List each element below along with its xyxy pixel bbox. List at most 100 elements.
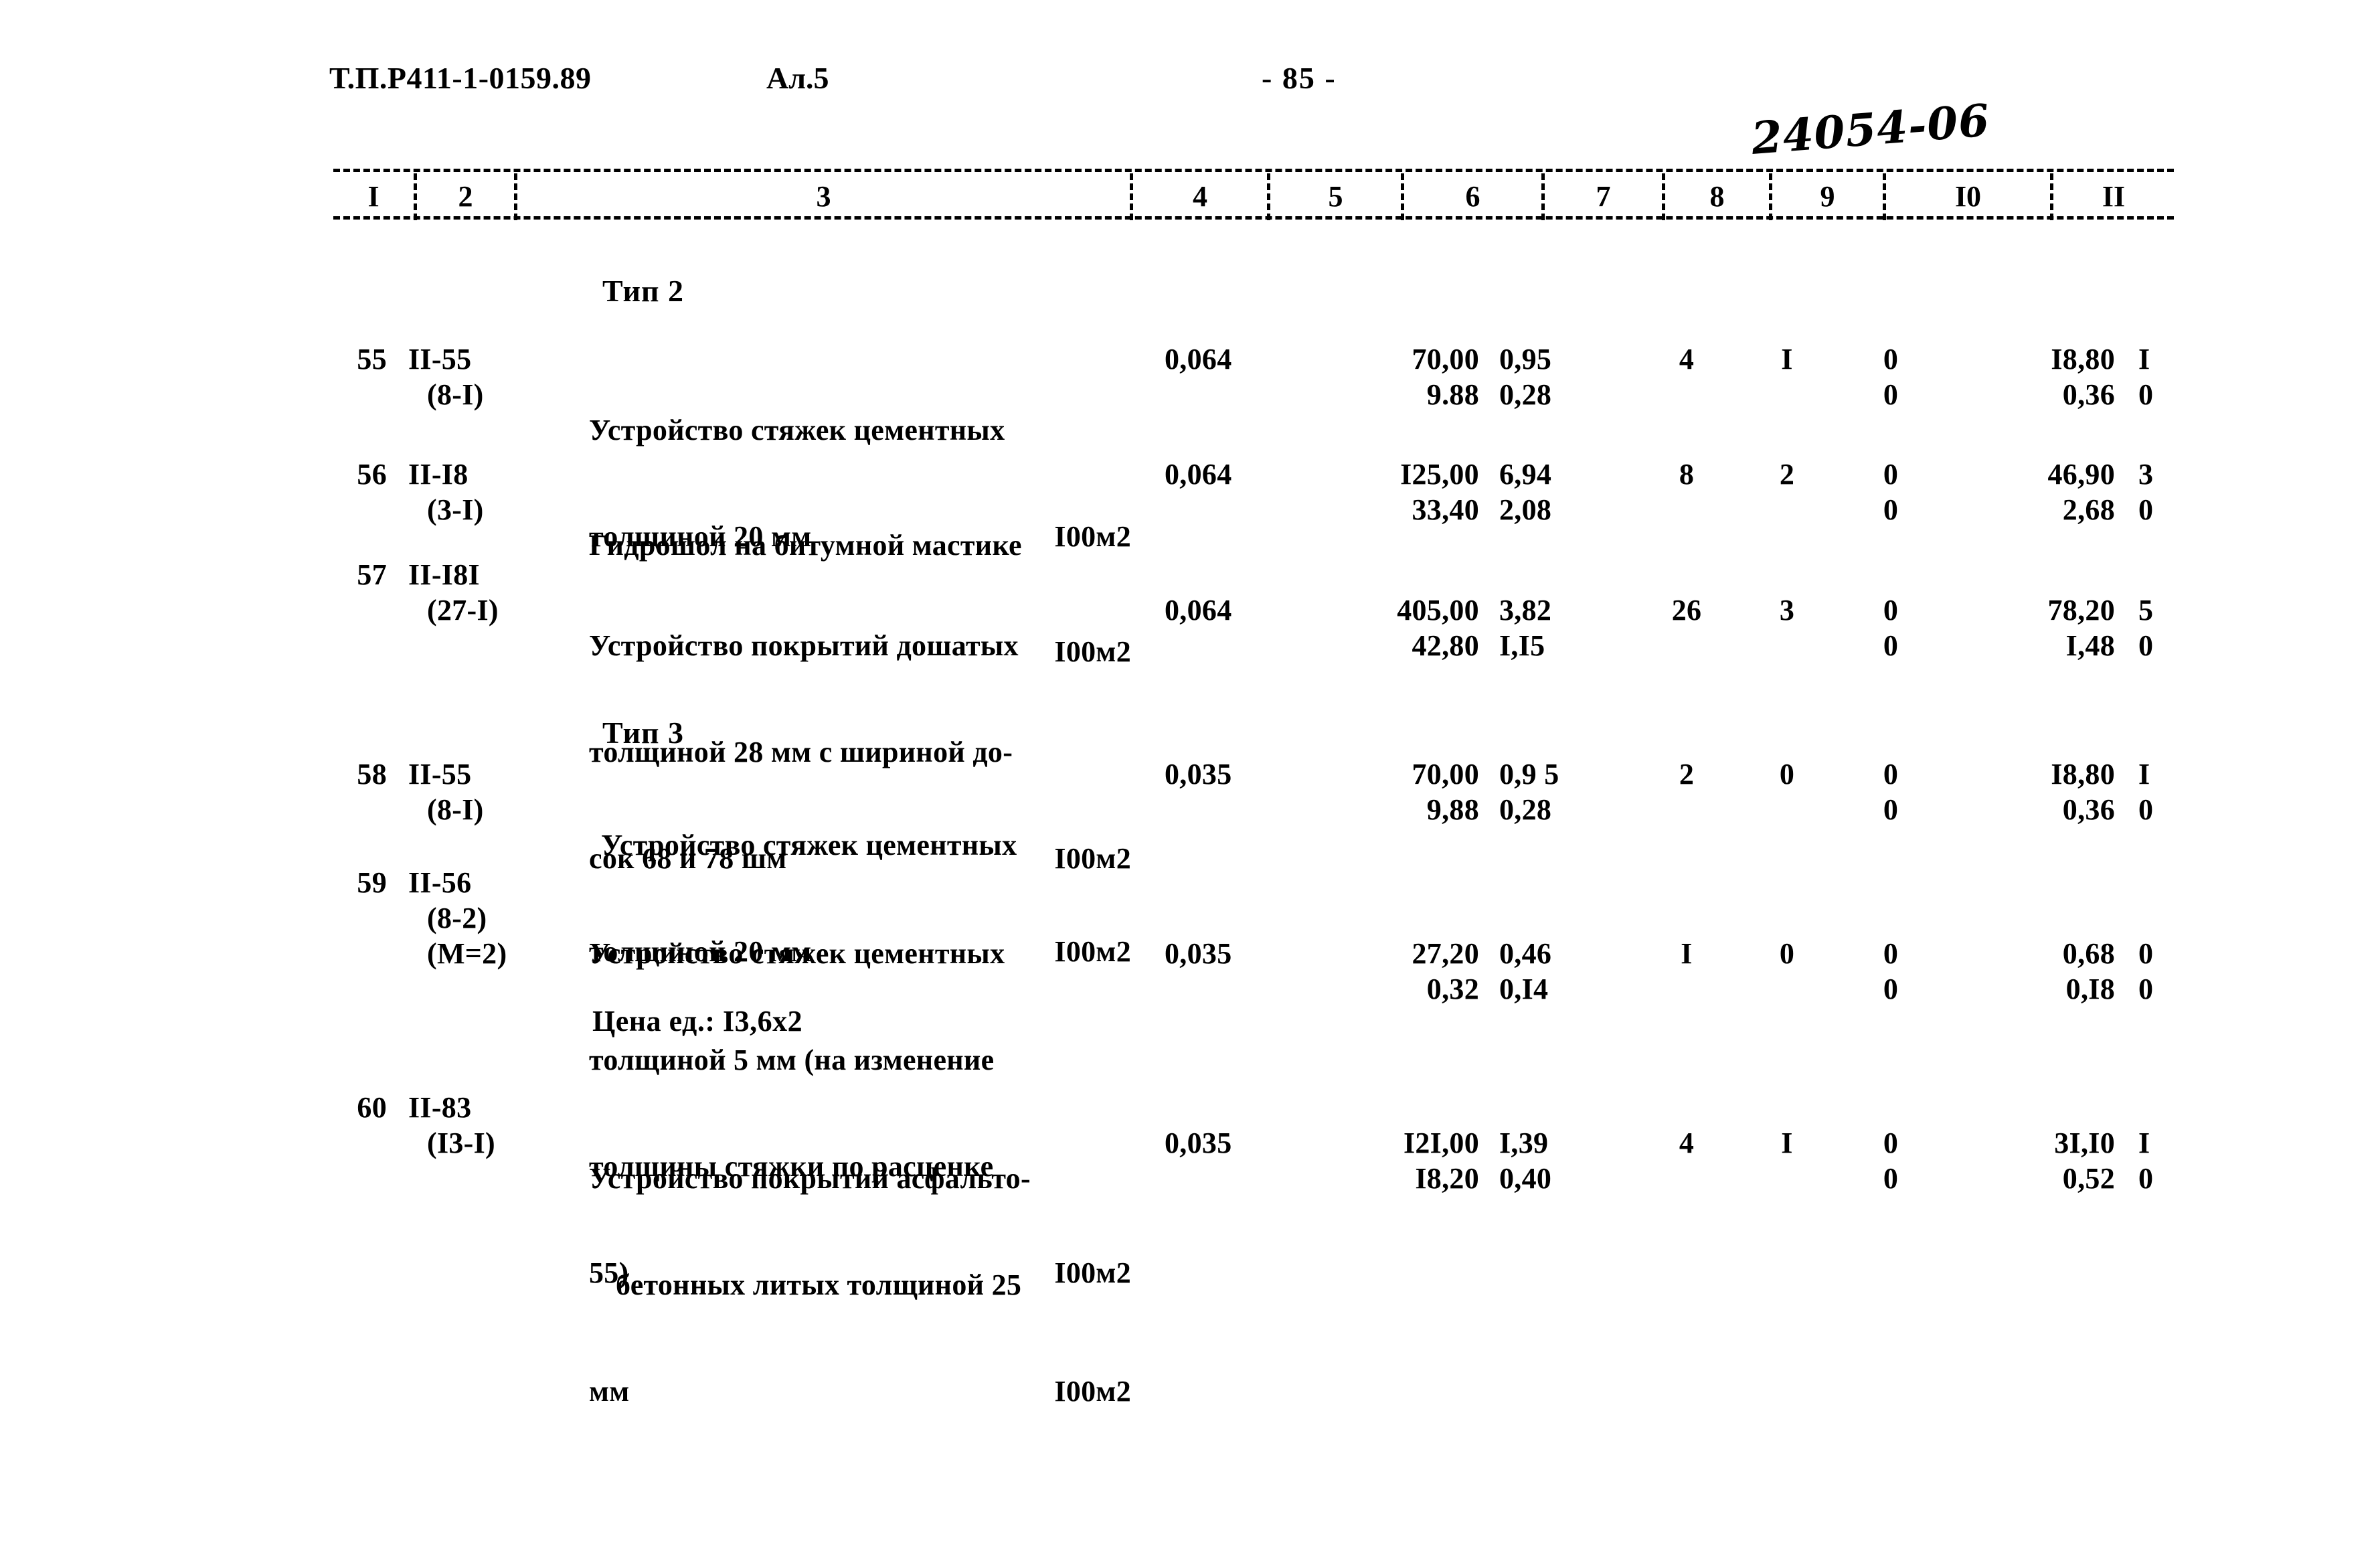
row-code-line: II-55 [408,343,472,376]
row-number: 57 [357,558,387,591]
column-number-band: I 2 3 4 5 6 7 8 9 I0 II [333,169,2174,220]
unit-price-note: Цена ед.: I3,6x2 [592,1005,803,1038]
column-number-5: 5 [1267,173,1401,220]
row-code-subline: (8-I) [427,378,484,411]
col10-top: 46,90 [2047,458,2115,491]
description-line: Устройство стяжек цементных [589,937,1005,970]
col10-values: 78,20 I,48 [1971,592,2115,663]
col9-bottom: 0 [1883,629,1899,662]
section-caption-type-3: Тип 3 [602,716,685,750]
col10-bottom: 2,68 [2062,493,2115,526]
col5-values: 405,00 42,80 [1335,592,1479,663]
col11-bottom: 0 [2138,493,2154,526]
col9-top: 0 [1883,1127,1899,1159]
col9-top: 0 [1883,937,1899,970]
column-number-2: 2 [414,173,514,220]
col10-values: 46,90 2,68 [1971,457,2115,527]
description-line: Устройство стяжек цементных [601,829,1017,861]
col11-bottom: 0 [2138,973,2154,1005]
col5-bottom: 9.88 [1426,378,1479,411]
col11-bottom: 0 [2138,629,2154,662]
description-line: толщиной 5 мм (на изменение [589,1044,995,1076]
description-line: Устройство стяжек цементных [589,414,1005,446]
col9-values: 00 [1854,457,1928,527]
col6-bottom: 0,28 [1499,378,1552,411]
col7-value: 2 [1679,758,1695,791]
row-code: II-56 (8-2) (М=2) [408,865,576,971]
col9-values: 00 [1854,341,1928,412]
row-code-subline: (М=2) [427,937,507,970]
col10-bottom: 0,I8 [2065,973,2115,1005]
col8-value: 0 [1779,937,1795,970]
row-number: 56 [357,458,387,491]
col6-values: 0,9 5 0,28 [1499,756,1613,827]
row-code-line: II-83 [408,1091,472,1124]
col11-values: 50 [2138,592,2205,663]
col7-value: 4 [1679,1127,1695,1159]
column-number-8: 8 [1662,173,1769,220]
description-line: Устройство покрытий асфальто- [589,1162,1031,1195]
row-code-line: II-56 [408,866,472,899]
col6-bottom: 2,08 [1499,493,1552,526]
col9-bottom: 0 [1883,378,1899,411]
col9-values: 00 [1854,936,1928,1007]
col11-bottom: 0 [2138,1162,2154,1195]
col8-value: 2 [1779,458,1795,491]
section-caption-type-2: Тип 2 [602,274,685,308]
col6-values: 0,95 0,28 [1499,341,1613,412]
col6-top: 0,9 5 [1499,758,1559,791]
row-number: 55 [357,343,387,376]
col7-value: 26 [1671,594,1702,627]
row-code: II-I8I (27-I) [408,557,576,628]
col11-top: 0 [2138,937,2154,970]
col10-bottom: 0,52 [2062,1162,2115,1195]
quantity-value: 0,064 [1165,458,1232,491]
album-label: Ал.5 [766,61,829,95]
col5-top: 70,00 [1412,758,1479,791]
row-code: II-I8 (3-I) [408,457,576,527]
row-code-subline: (27-I) [427,594,499,627]
row-code: II-83 (I3-I) [408,1090,576,1161]
col9-values: 00 [1854,756,1928,827]
document-page: Т.П.Р411-1-0159.89 Ал.5 - 85 - 24054-06 … [0,0,2380,1567]
col5-values: I25,00 33,40 [1335,457,1479,527]
col6-values: 6,94 2,08 [1499,457,1613,527]
col10-top: I8,80 [2051,758,2115,791]
row-number: 58 [357,758,387,791]
col11-bottom: 0 [2138,378,2154,411]
unit-label: I00м2 [1054,1375,1131,1408]
col6-top: I,39 [1499,1127,1549,1159]
col7-value: I [1681,937,1693,970]
col8-value: I [1781,343,1793,376]
description-line: мм I00м2 [589,1374,1131,1409]
col5-bottom: 9,88 [1426,793,1479,826]
col7-value: 4 [1679,343,1695,376]
col6-bottom: I,I5 [1499,629,1545,662]
col5-bottom: 0,32 [1426,973,1479,1005]
col6-top: 0,46 [1499,937,1552,970]
col6-values: 3,82 I,I5 [1499,592,1613,663]
column-number-4: 4 [1130,173,1267,220]
col10-top: 78,20 [2047,594,2115,627]
row-code-subline: (8-2) [427,902,487,934]
col5-bottom: 42,80 [1412,629,1479,662]
row-code-line: II-I8 [408,458,469,491]
quantity-value: 0,035 [1165,758,1232,791]
col5-values: 70,00 9.88 [1335,341,1479,412]
col5-top: I25,00 [1400,458,1479,491]
col10-top: 3I,I0 [2054,1127,2115,1159]
col11-values: 00 [2138,936,2205,1007]
col10-bottom: 0,36 [2062,793,2115,826]
column-number-9: 9 [1769,173,1883,220]
col9-bottom: 0 [1883,1162,1899,1195]
col11-values: I0 [2138,341,2205,412]
col10-top: 0,68 [2062,937,2115,970]
column-number-7: 7 [1541,173,1662,220]
col9-bottom: 0 [1883,973,1899,1005]
col10-values: I8,80 0,36 [1971,341,2115,412]
col9-top: 0 [1883,758,1899,791]
col5-values: 27,20 0,32 [1335,936,1479,1007]
row-code-line: II-I8I [408,558,480,591]
col8-value: 0 [1779,758,1795,791]
row-number: 60 [357,1091,387,1124]
